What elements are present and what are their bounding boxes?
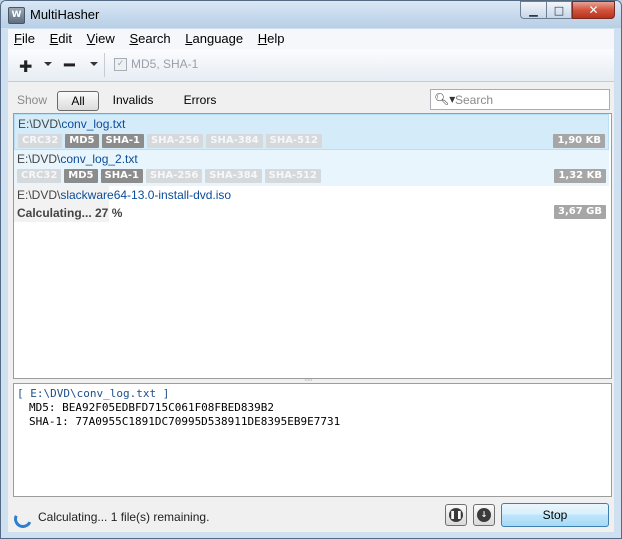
search-input[interactable]: [453, 91, 607, 108]
menu-view[interactable]: View: [81, 29, 120, 46]
file-path: E:\DVD\slackware64-13.0-install-dvd.iso: [17, 188, 231, 202]
hash-output[interactable]: [ E:\DVD\conv_log.txt ] MD5: BEA92F05EDB…: [13, 383, 612, 497]
close-icon: ✕: [588, 3, 599, 17]
file-name: conv_log.txt: [61, 117, 126, 131]
algorithms-label[interactable]: MD5, SHA-1: [131, 57, 198, 71]
status-text: Calculating... 1 file(s) remaining.: [38, 510, 210, 524]
badge-md5[interactable]: MD5: [64, 169, 98, 183]
file-status: Calculating... 27 %: [17, 206, 123, 220]
menu-file[interactable]: File: [8, 29, 40, 46]
app-window: W MultiHasher ▁ □ ✕ File Edit View Searc…: [0, 0, 622, 539]
add-dropdown-arrow[interactable]: [44, 62, 52, 66]
badge-sha512[interactable]: SHA-512: [265, 134, 322, 148]
app-icon[interactable]: W: [8, 7, 25, 24]
file-dir: E:\DVD\: [18, 117, 62, 131]
maximize-icon: □: [553, 3, 565, 17]
minimize-button[interactable]: ▁: [520, 1, 546, 19]
show-label: Show: [17, 93, 48, 107]
file-path: E:\DVD\conv_log.txt: [18, 117, 125, 131]
pause-icon: ❚❚: [449, 508, 463, 522]
maximize-button[interactable]: □: [546, 1, 572, 19]
output-line-sha1: SHA-1: 77A0955C1891DC70995D538911DE8395E…: [29, 415, 341, 428]
badge-sha256[interactable]: SHA-256: [146, 134, 204, 148]
minimize-icon: ▁: [529, 3, 538, 17]
algorithm-badges: CRC32 MD5 SHA-1 SHA-256 SHA-384 SHA-512: [18, 134, 325, 148]
toolbar-separator: [104, 53, 105, 77]
window-title: MultiHasher: [30, 7, 100, 22]
status-bar: Calculating... 1 file(s) remaining. ❚❚ ↓…: [8, 500, 614, 532]
file-path: E:\DVD\conv_log_2.txt: [17, 152, 138, 166]
badge-sha1[interactable]: SHA-1: [101, 134, 144, 148]
caption-buttons: ▁ □ ✕: [520, 1, 615, 20]
badge-sha384[interactable]: SHA-384: [206, 134, 263, 148]
file-name: slackware64-13.0-install-dvd.iso: [60, 188, 232, 202]
file-name: conv_log_2.txt: [60, 152, 138, 166]
badge-crc32[interactable]: CRC32: [17, 169, 62, 183]
algorithm-badges: CRC32 MD5 SHA-1 SHA-256 SHA-384 SHA-512: [17, 169, 324, 183]
menu-help[interactable]: Help: [252, 29, 290, 46]
badge-sha384[interactable]: SHA-384: [205, 169, 262, 183]
file-row[interactable]: E:\DVD\slackware64-13.0-install-dvd.iso …: [14, 186, 609, 222]
filter-all-button[interactable]: All: [57, 91, 99, 111]
arrow-down-icon: ↓: [477, 508, 491, 522]
minus-icon[interactable]: ━: [64, 55, 75, 76]
file-row[interactable]: E:\DVD\conv_log.txt CRC32 MD5 SHA-1 SHA-…: [14, 114, 609, 150]
menu-bar: File Edit View Search Language Help: [8, 29, 614, 49]
menu-language[interactable]: Language: [179, 29, 248, 46]
badge-md5[interactable]: MD5: [65, 134, 99, 148]
badge-sha256[interactable]: SHA-256: [145, 169, 203, 183]
file-dir: E:\DVD\: [17, 152, 61, 166]
output-header: [ E:\DVD\conv_log.txt ]: [17, 387, 170, 400]
badge-crc32[interactable]: CRC32: [18, 134, 63, 148]
file-row[interactable]: E:\DVD\conv_log_2.txt CRC32 MD5 SHA-1 SH…: [14, 150, 609, 186]
filter-errors-button[interactable]: Errors: [178, 91, 222, 109]
menu-edit[interactable]: Edit: [44, 29, 77, 46]
toolbar: ✚ ━ ✓ MD5, SHA-1: [8, 49, 614, 82]
title-bar[interactable]: W MultiHasher ▁ □ ✕: [1, 1, 621, 28]
file-size: 1,32 KB: [554, 169, 606, 183]
busy-spinner-icon: [11, 507, 35, 531]
main-content: Show All Invalids Errors 🔍︎▾ E:\DVD\conv…: [8, 82, 614, 532]
badge-sha512[interactable]: SHA-512: [264, 169, 321, 183]
filter-invalids-button[interactable]: Invalids: [108, 91, 158, 109]
search-box: 🔍︎▾: [430, 89, 610, 110]
file-size: 3,67 GB: [554, 205, 606, 219]
stop-button[interactable]: Stop: [501, 503, 609, 527]
file-list[interactable]: E:\DVD\conv_log.txt CRC32 MD5 SHA-1 SHA-…: [13, 113, 612, 379]
plus-icon[interactable]: ✚: [19, 57, 32, 76]
pause-button[interactable]: ❚❚: [445, 504, 467, 526]
badge-sha1[interactable]: SHA-1: [100, 169, 143, 183]
algorithms-checkbox[interactable]: ✓: [114, 58, 127, 71]
output-line-md5: MD5: BEA92F05EDBFD715C061F08FBED839B2: [29, 401, 275, 414]
remove-dropdown-arrow[interactable]: [90, 62, 98, 66]
file-dir: E:\DVD\: [17, 188, 61, 202]
menu-search[interactable]: Search: [123, 29, 175, 46]
close-button[interactable]: ✕: [572, 1, 615, 19]
down-button[interactable]: ↓: [473, 504, 495, 526]
file-size: 1,90 KB: [553, 134, 605, 148]
